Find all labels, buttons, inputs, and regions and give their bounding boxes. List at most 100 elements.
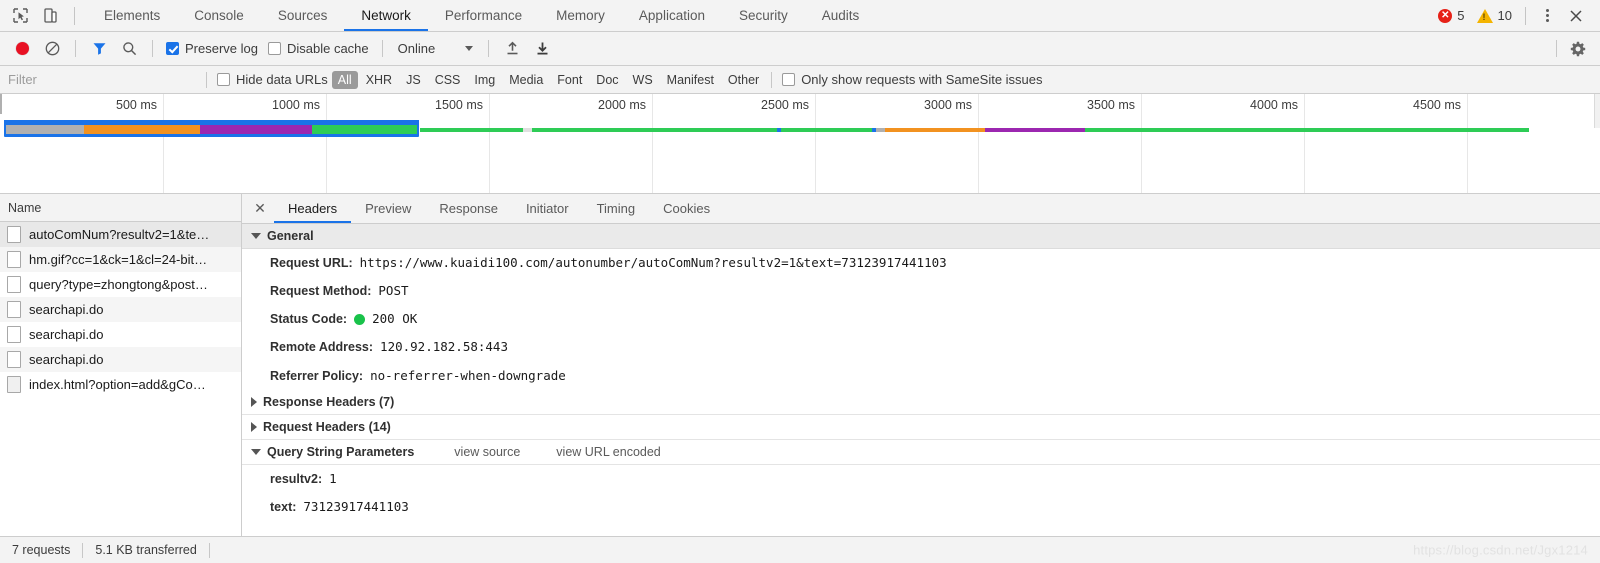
toolbar-divider <box>74 6 75 25</box>
general-section-title: General <box>267 229 314 243</box>
request-row[interactable]: searchapi.do <box>0 297 241 322</box>
query-string-section-header[interactable]: Query String Parameters view source view… <box>242 439 1600 465</box>
request-details-pane: ✕ Headers Preview Response Initiator Tim… <box>242 194 1600 536</box>
request-name: searchapi.do <box>29 327 104 342</box>
disable-cache-checkbox[interactable]: Disable cache <box>264 41 373 56</box>
search-button[interactable] <box>115 36 143 62</box>
record-icon <box>15 42 29 55</box>
network-timeline-overview[interactable]: 500 ms 1000 ms 1500 ms 2000 ms 2500 ms 3000 m… <box>0 94 1600 194</box>
type-filter-css[interactable]: CSS <box>429 71 467 89</box>
warning-count-badge[interactable]: 10 <box>1472 8 1517 23</box>
devtools-window: Elements Console Sources Network Perform… <box>0 0 1600 563</box>
tab-label: Sources <box>277 8 328 23</box>
record-button[interactable] <box>8 36 36 62</box>
response-headers-section-header[interactable]: Response Headers (7) <box>242 389 1600 415</box>
tab-elements[interactable]: Elements <box>87 0 177 31</box>
tab-application[interactable]: Application <box>622 0 722 31</box>
close-devtools-icon[interactable] <box>1562 3 1590 29</box>
field-value[interactable]: https://www.kuaidi100.com/autonumber/aut… <box>360 254 947 272</box>
request-row[interactable]: autoComNum?resultv2=1&te… <box>0 222 241 247</box>
statusbar-divider <box>208 542 210 558</box>
detail-tab-response[interactable]: Response <box>425 194 512 223</box>
request-name: hm.gif?cc=1&ck=1&cl=24-bit… <box>29 252 208 267</box>
request-row[interactable]: searchapi.do <box>0 347 241 372</box>
general-row-referrer-policy: Referrer Policy: no-referrer-when-downgr… <box>242 362 1600 390</box>
export-har-button[interactable] <box>528 36 556 62</box>
request-list[interactable]: autoComNum?resultv2=1&te… hm.gif?cc=1&ck=… <box>0 222 241 536</box>
chevron-right-icon <box>251 421 257 432</box>
tab-network[interactable]: Network <box>344 0 428 31</box>
tab-memory[interactable]: Memory <box>539 0 622 31</box>
type-filter-all[interactable]: All <box>331 70 358 89</box>
type-filter-manifest[interactable]: Manifest <box>661 71 720 89</box>
filter-toggle-button[interactable] <box>85 36 113 62</box>
request-name: index.html?option=add&gCo… <box>29 377 206 392</box>
error-icon: ✕ <box>1438 8 1453 23</box>
type-filter-js[interactable]: JS <box>400 71 427 89</box>
overview-gridline <box>1304 94 1305 193</box>
field-value: 73123917441103 <box>303 498 409 514</box>
tab-console[interactable]: Console <box>177 0 261 31</box>
close-details-icon[interactable]: ✕ <box>246 194 274 223</box>
general-row-request-method: Request Method: POST <box>242 277 1600 305</box>
request-row[interactable]: index.html?option=add&gCo… <box>0 372 241 397</box>
tab-performance[interactable]: Performance <box>428 0 539 31</box>
headers-content: General Request URL: https://www.kuaidi1… <box>242 224 1600 536</box>
checkbox-box <box>166 42 179 55</box>
overview-segment-gap <box>523 128 532 132</box>
type-filter-xhr[interactable]: XHR <box>360 71 398 89</box>
tab-label: Application <box>638 8 705 23</box>
type-filter-doc[interactable]: Doc <box>590 71 624 89</box>
inspect-element-icon[interactable] <box>8 4 32 28</box>
request-row[interactable]: hm.gif?cc=1&ck=1&cl=24-bit… <box>0 247 241 272</box>
type-filter-media[interactable]: Media <box>503 71 549 89</box>
request-name: query?type=zhongtong&post… <box>29 277 208 292</box>
clear-button[interactable] <box>38 36 66 62</box>
detail-tab-timing[interactable]: Timing <box>583 194 650 223</box>
request-list-pane: Name autoComNum?resultv2=1&te… hm.gif?cc=… <box>0 194 242 536</box>
request-row[interactable]: searchapi.do <box>0 322 241 347</box>
samesite-issues-checkbox[interactable]: Only show requests with SameSite issues <box>778 72 1046 87</box>
devtools-tabs: Elements Console Sources Network Perform… <box>87 0 876 31</box>
type-filter-img[interactable]: Img <box>468 71 501 89</box>
overview-segment-content-download <box>1085 128 1529 132</box>
throttling-select[interactable]: Online <box>392 39 480 58</box>
request-headers-section-header[interactable]: Request Headers (14) <box>242 414 1600 440</box>
hide-data-urls-checkbox[interactable]: Hide data URLs <box>213 72 332 87</box>
request-row[interactable]: query?type=zhongtong&post… <box>0 272 241 297</box>
tab-label: Security <box>738 8 788 23</box>
settings-gear-icon[interactable] <box>1564 36 1592 62</box>
more-options-icon[interactable] <box>1534 3 1560 29</box>
view-source-link[interactable]: view source <box>454 445 520 459</box>
error-count-badge[interactable]: ✕ 5 <box>1433 8 1469 23</box>
type-filter-font[interactable]: Font <box>551 71 588 89</box>
request-list-column-header[interactable]: Name <box>0 194 241 222</box>
overview-tick-label: 3000 ms <box>924 98 972 112</box>
tab-label: Headers <box>288 201 338 216</box>
preserve-log-checkbox[interactable]: Preserve log <box>162 41 262 56</box>
type-filter-other[interactable]: Other <box>722 71 765 89</box>
type-filter-ws[interactable]: WS <box>627 71 659 89</box>
general-section-header[interactable]: General <box>242 224 1600 249</box>
column-header-name: Name <box>8 200 42 215</box>
overview-gridline <box>978 94 979 193</box>
detail-tab-preview[interactable]: Preview <box>351 194 425 223</box>
device-toolbar-icon[interactable] <box>38 4 62 28</box>
network-status-bar: 7 requests 5.1 KB transferred https://bl… <box>0 536 1600 563</box>
field-key: resultv2: <box>270 471 323 486</box>
field-key: Status Code: <box>270 312 348 327</box>
detail-tab-initiator[interactable]: Initiator <box>512 194 583 223</box>
toolbar-divider <box>152 40 153 57</box>
tab-audits[interactable]: Audits <box>805 0 877 31</box>
tab-sources[interactable]: Sources <box>261 0 345 31</box>
import-har-button[interactable] <box>498 36 526 62</box>
view-url-encoded-link[interactable]: view URL encoded <box>556 445 660 459</box>
filterbar-divider <box>771 71 773 88</box>
detail-tab-cookies[interactable]: Cookies <box>649 194 724 223</box>
tab-label: Initiator <box>525 201 569 216</box>
tab-security[interactable]: Security <box>722 0 805 31</box>
preserve-log-label: Preserve log <box>185 41 258 56</box>
detail-tab-headers[interactable]: Headers <box>274 194 352 223</box>
filter-input[interactable] <box>0 65 200 94</box>
overview-segment-download <box>532 128 777 132</box>
